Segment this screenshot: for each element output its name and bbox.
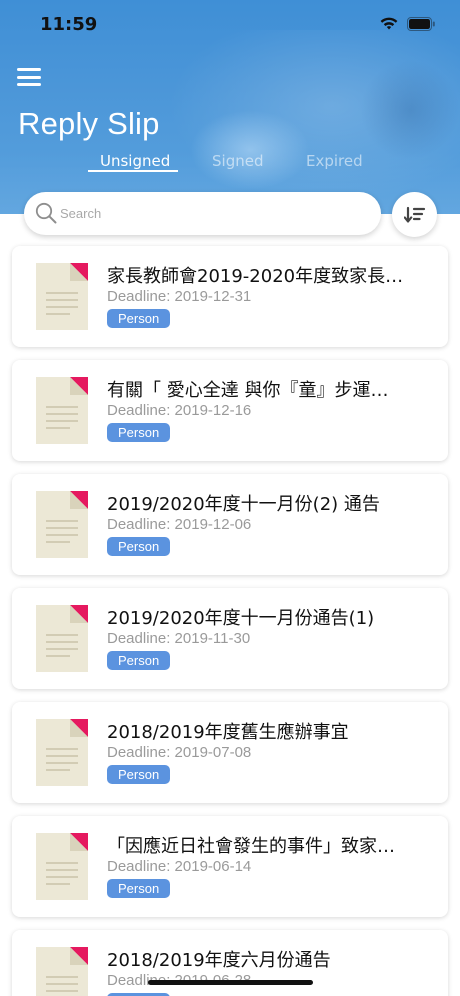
document-icon bbox=[36, 719, 88, 786]
reply-slip-card[interactable]: 家長教師會2019-2020年度致家長… Deadline: 2019-12-31… bbox=[12, 246, 448, 347]
search-input[interactable] bbox=[60, 192, 370, 235]
reply-slip-card[interactable]: 有關「 愛心全達 與你『童』步運… Deadline: 2019-12-16 Per… bbox=[12, 360, 448, 461]
active-tab-indicator bbox=[88, 170, 178, 172]
wifi-icon bbox=[380, 17, 398, 30]
header-banner: 11:59 Reply Slip Unsigned Signed Expired bbox=[0, 0, 460, 214]
reply-slip-card[interactable]: 2018/2019年度六月份通告Deadline: 2019-06-28Pers… bbox=[12, 930, 448, 996]
card-deadline: Deadline: 2019-12-06 bbox=[107, 516, 252, 533]
home-indicator bbox=[148, 980, 313, 985]
card-title: 2019/2020年度十一月份通告(1) bbox=[107, 608, 375, 629]
reply-slip-card[interactable]: 「因應近日社會發生的事件」致家… Deadline: 2019-06-14 Pers… bbox=[12, 816, 448, 917]
page-title: Reply Slip bbox=[18, 106, 160, 141]
card-title: 2018/2019年度六月份通告 bbox=[107, 950, 331, 971]
reply-slip-card[interactable]: 2018/2019年度舊生應辦事宜 Deadline: 2019-07-08 Per… bbox=[12, 702, 448, 803]
reply-slip-card[interactable]: 2019/2020年度十一月份通告(1) Deadline: 2019-11-30… bbox=[12, 588, 448, 689]
card-title: 有關「 愛心全達 與你『童』步運… bbox=[107, 380, 389, 401]
card-title: 2019/2020年度十一月份(2) 通告 bbox=[107, 494, 380, 515]
card-deadline: Deadline: 2019-12-16 bbox=[107, 402, 252, 419]
tab-bar: Unsigned Signed Expired bbox=[0, 150, 460, 176]
tab-expired[interactable]: Expired bbox=[306, 152, 363, 170]
card-title: 家長教師會2019-2020年度致家長… bbox=[107, 266, 404, 287]
tab-unsigned[interactable]: Unsigned bbox=[100, 152, 170, 170]
document-icon bbox=[36, 263, 88, 330]
card-deadline: Deadline: 2019-07-08 bbox=[107, 744, 252, 761]
search-bar bbox=[24, 192, 381, 235]
sort-descending-icon bbox=[403, 206, 425, 223]
hamburger-icon[interactable] bbox=[17, 68, 41, 88]
document-icon bbox=[36, 833, 88, 900]
sort-button[interactable] bbox=[392, 192, 437, 237]
card-deadline: Deadline: 2019-11-30 bbox=[107, 630, 251, 647]
card-tag-badge: Person bbox=[107, 651, 171, 670]
card-tag-badge: Person bbox=[107, 309, 171, 328]
status-bar: 11:59 bbox=[0, 0, 460, 50]
battery-icon bbox=[407, 16, 435, 31]
reply-slip-card[interactable]: 2019/2020年度十一月份(2) 通告 Deadline: 2019-12-0… bbox=[12, 474, 448, 575]
card-tag-badge: Person bbox=[107, 423, 171, 442]
card-deadline: Deadline: 2019-06-14 bbox=[107, 858, 252, 875]
reply-slip-screen: 11:59 Reply Slip Unsigned Signed Expired… bbox=[0, 0, 460, 996]
status-icons bbox=[379, 16, 436, 31]
card-tag-badge: Person bbox=[107, 879, 171, 898]
card-title: 2018/2019年度舊生應辦事宜 bbox=[107, 722, 349, 743]
card-tag-badge: Person bbox=[107, 765, 171, 784]
card-deadline: Deadline: 2019-12-31 bbox=[107, 288, 252, 305]
document-icon bbox=[36, 947, 88, 996]
document-icon bbox=[36, 377, 88, 444]
card-title: 「因應近日社會發生的事件」致家… bbox=[107, 836, 395, 857]
tab-signed[interactable]: Signed bbox=[212, 152, 263, 170]
status-time: 11:59 bbox=[40, 14, 98, 35]
search-icon bbox=[35, 202, 57, 224]
document-icon bbox=[36, 491, 88, 558]
document-icon bbox=[36, 605, 88, 672]
card-tag-badge: Person bbox=[107, 537, 171, 556]
